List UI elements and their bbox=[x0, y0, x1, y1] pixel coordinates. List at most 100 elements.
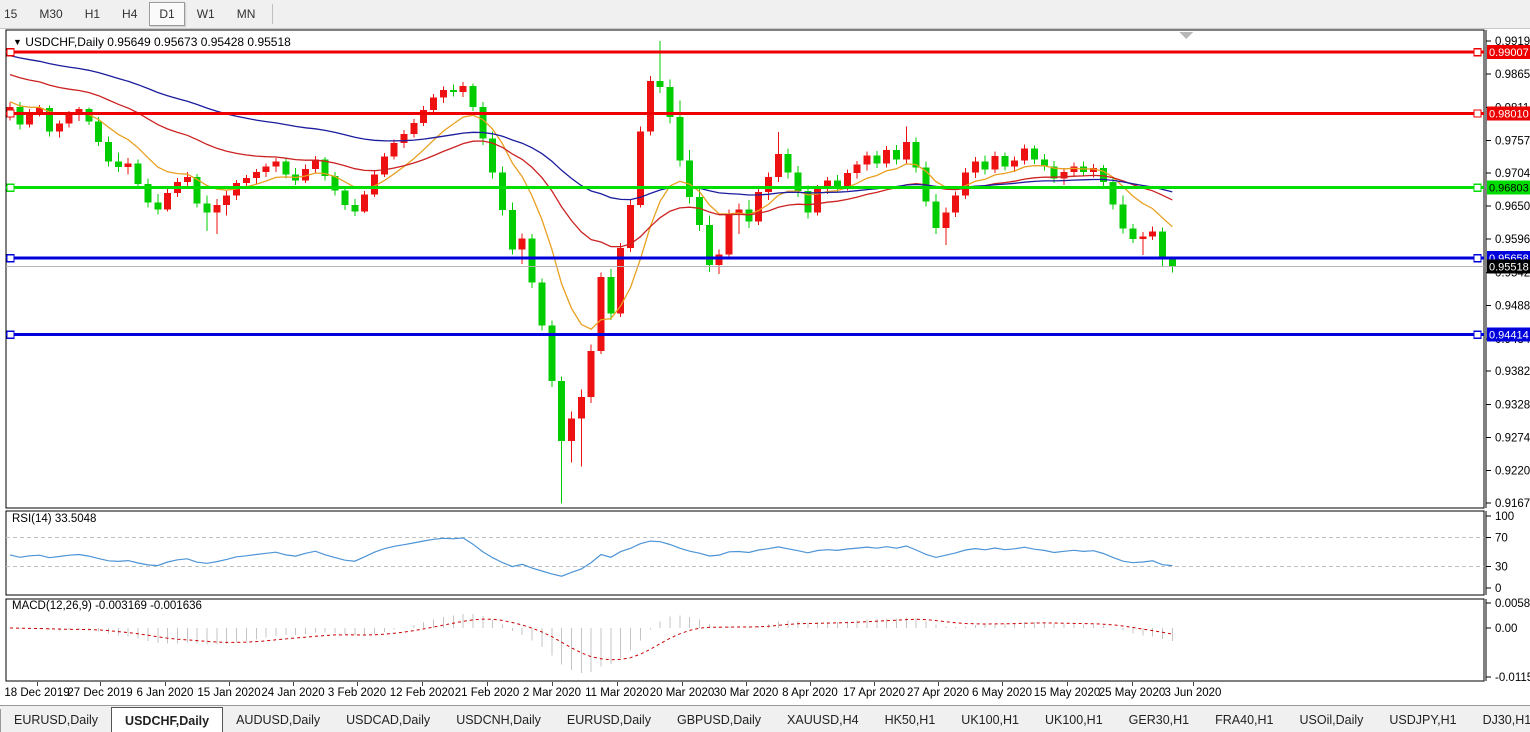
candle-body bbox=[1110, 182, 1117, 205]
hline-handle[interactable] bbox=[1474, 110, 1481, 117]
date-axis-tick bbox=[293, 682, 294, 686]
chart-tab-usdcad-3[interactable]: USDCAD,Daily bbox=[333, 706, 443, 732]
candle-body bbox=[932, 201, 939, 227]
price-chart-panel[interactable]: 0.991900.986500.981100.975700.970450.965… bbox=[0, 28, 1530, 510]
rsi-axis-label: 70 bbox=[1495, 533, 1508, 545]
date-axis-tick bbox=[1132, 682, 1133, 686]
candle-body bbox=[401, 134, 408, 143]
chart-tab-usdjpy-14[interactable]: USDJPY,H1 bbox=[1376, 706, 1469, 732]
candle-body bbox=[696, 197, 703, 225]
rsi-border bbox=[6, 511, 1484, 595]
chart-tab-usdcnh-4[interactable]: USDCNH,Daily bbox=[443, 706, 554, 732]
candle-body bbox=[1011, 160, 1018, 166]
hline-handle[interactable] bbox=[1474, 255, 1481, 262]
macd-axis-label: 0.00 bbox=[1495, 623, 1517, 635]
candle-body bbox=[391, 143, 398, 157]
candle-body bbox=[381, 157, 388, 175]
current-price-label: 0.95518 bbox=[1489, 262, 1529, 274]
hline-handle[interactable] bbox=[1474, 184, 1481, 191]
rsi-panel[interactable]: 10070300 bbox=[0, 510, 1530, 598]
candle-body bbox=[1159, 232, 1166, 260]
candle-body bbox=[992, 156, 999, 170]
date-axis-label: 2 Mar 2020 bbox=[523, 687, 581, 699]
candle-body bbox=[775, 154, 782, 177]
chart-tab-xauusd-7[interactable]: XAUUSD,H4 bbox=[774, 706, 872, 732]
candle-body bbox=[469, 86, 476, 107]
timeframe-toolbar: 15M30H1H4D1W1MN bbox=[0, 0, 1530, 29]
candle-body bbox=[16, 107, 23, 125]
hline-price-label: 0.99007 bbox=[1489, 47, 1529, 59]
hline-handle[interactable] bbox=[1474, 49, 1481, 56]
hline-handle[interactable] bbox=[7, 110, 14, 117]
hline-handle[interactable] bbox=[7, 255, 14, 262]
timeframe-button-15[interactable]: 15 bbox=[1, 2, 27, 26]
chart-tab-ger30-11[interactable]: GER30,H1 bbox=[1116, 706, 1202, 732]
chart-tab-fra40-12[interactable]: FRA40,H1 bbox=[1202, 706, 1286, 732]
chart-tab-eurusd-5[interactable]: EURUSD,Daily bbox=[554, 706, 664, 732]
chart-tab-usdchf-1[interactable]: USDCHF,Daily bbox=[111, 707, 223, 732]
candle-body bbox=[745, 209, 752, 221]
timeframe-button-h1[interactable]: H1 bbox=[75, 2, 110, 26]
candle-body bbox=[282, 161, 289, 174]
price-axis-tick-label: 0.97045 bbox=[1495, 168, 1530, 180]
date-axis-tick bbox=[617, 682, 618, 686]
candle-body bbox=[538, 283, 545, 326]
candle-body bbox=[56, 123, 63, 131]
candle-body bbox=[243, 178, 250, 183]
chart-tab-uk100-10[interactable]: UK100,H1 bbox=[1032, 706, 1116, 732]
timeframe-button-mn[interactable]: MN bbox=[227, 2, 266, 26]
macd-panel[interactable]: 0.0058180.00-0.01151 bbox=[0, 598, 1530, 682]
price-axis-tick-label: 0.93280 bbox=[1495, 399, 1530, 411]
date-axis-label: 3 Jun 2020 bbox=[1165, 687, 1222, 699]
candle-body bbox=[115, 161, 122, 167]
hline-handle[interactable] bbox=[7, 184, 14, 191]
candle-body bbox=[568, 418, 575, 441]
date-axis-tick bbox=[810, 682, 811, 686]
candle-body bbox=[213, 205, 220, 212]
timeframe-button-w1[interactable]: W1 bbox=[187, 2, 225, 26]
candle-body bbox=[95, 122, 102, 142]
timeframe-button-h4[interactable]: H4 bbox=[112, 2, 147, 26]
hline-handle[interactable] bbox=[7, 331, 14, 338]
chart-tab-audusd-2[interactable]: AUDUSD,Daily bbox=[223, 706, 333, 732]
date-axis-label: 21 Feb 2020 bbox=[455, 687, 520, 699]
candle-body bbox=[184, 177, 191, 182]
candle-body bbox=[598, 277, 605, 351]
chart-tab-dj30-15[interactable]: DJ30,H1 bbox=[1470, 706, 1530, 732]
candle-body bbox=[686, 160, 693, 197]
chart-tab-usoil-13[interactable]: USOil,Daily bbox=[1286, 706, 1376, 732]
hline-handle[interactable] bbox=[1474, 331, 1481, 338]
date-axis-label: 6 May 2020 bbox=[972, 687, 1032, 699]
toolbar-separator bbox=[272, 4, 273, 24]
date-axis-tick bbox=[1067, 682, 1068, 686]
date-axis-label: 25 May 2020 bbox=[1099, 687, 1166, 699]
candle-body bbox=[125, 163, 132, 167]
candle-body bbox=[263, 166, 270, 172]
chart-tab-hk50-8[interactable]: HK50,H1 bbox=[872, 706, 949, 732]
hline-handle[interactable] bbox=[7, 49, 14, 56]
candle-body bbox=[942, 213, 949, 228]
candle-body bbox=[913, 142, 920, 168]
candle-body bbox=[105, 142, 112, 162]
chart-tab-uk100-9[interactable]: UK100,H1 bbox=[948, 706, 1032, 732]
date-axis-label: 27 Apr 2020 bbox=[907, 687, 969, 699]
timeframe-button-m30[interactable]: M30 bbox=[29, 2, 72, 26]
candle-body bbox=[1120, 205, 1127, 229]
candle-body bbox=[154, 203, 161, 210]
date-axis-tick bbox=[229, 682, 230, 686]
date-axis-tick bbox=[37, 682, 38, 686]
chart-tab-eurusd-0[interactable]: EURUSD,Daily bbox=[1, 706, 111, 732]
chart-ohlc-values: 0.95649 0.95673 0.95428 0.95518 bbox=[107, 35, 291, 49]
candle-body bbox=[755, 192, 762, 222]
price-axis-tick-label: 0.92740 bbox=[1495, 432, 1530, 444]
rsi-axis-label: 30 bbox=[1495, 561, 1508, 573]
candle-body bbox=[765, 177, 772, 192]
chart-symbol-label: USDCHF,Daily bbox=[25, 35, 104, 49]
chart-tab-gbpusd-6[interactable]: GBPUSD,Daily bbox=[664, 706, 774, 732]
timeframe-button-d1[interactable]: D1 bbox=[149, 2, 184, 26]
candle-body bbox=[607, 277, 614, 313]
candle-body bbox=[410, 123, 417, 134]
symbol-dropdown-icon[interactable]: ▼ bbox=[13, 37, 22, 47]
candle-body bbox=[272, 161, 279, 166]
date-axis-label: 6 Jan 2020 bbox=[137, 687, 194, 699]
